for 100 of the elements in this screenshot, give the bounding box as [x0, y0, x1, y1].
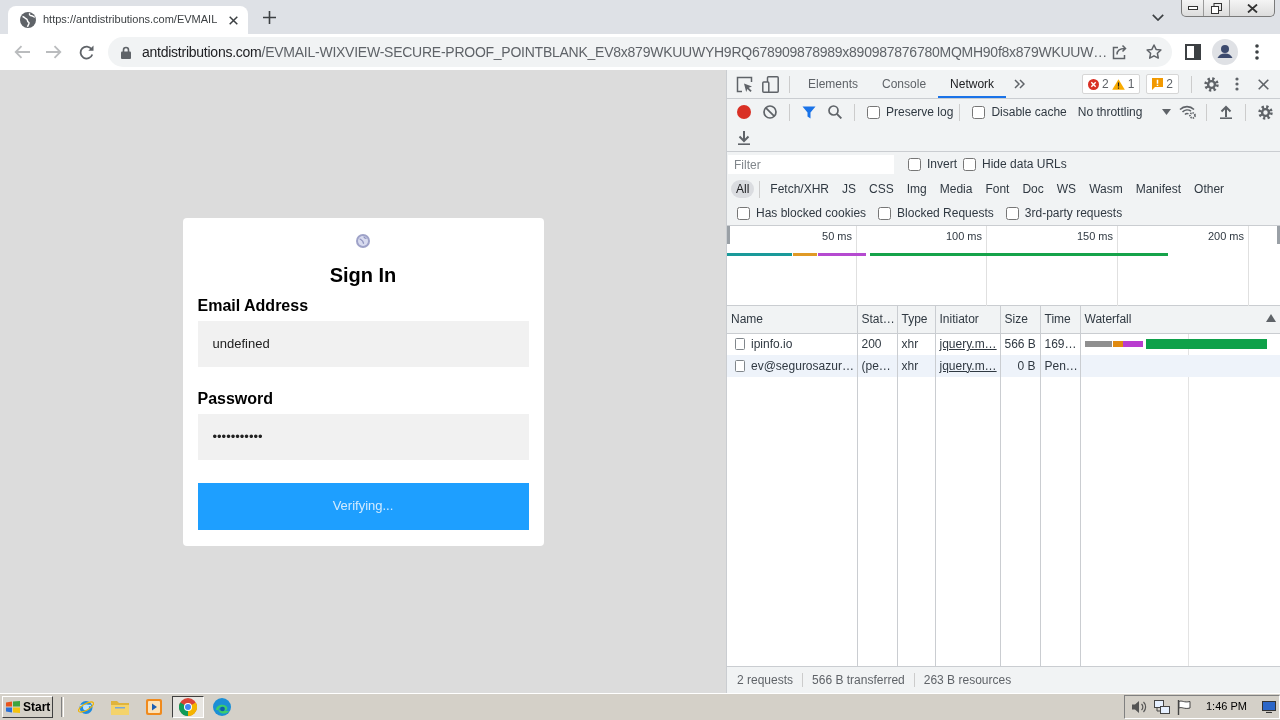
devtools-tab[interactable]: Elements [796, 70, 871, 98]
side-panel-icon[interactable] [1185, 44, 1201, 60]
type-filter[interactable]: JS [837, 180, 862, 198]
clear-icon[interactable] [763, 105, 777, 119]
address-bar[interactable]: antdistributions.com/EVMAIL-WIXVIEW-SECURE-PROOF_POINTBLANK_EV8x879WKUUWYH9RQ678909878989x890987876780MQMH90f8x879WKUUW… [108, 37, 1172, 67]
devtools-tab[interactable]: Console [870, 70, 939, 98]
chevron-down-icon[interactable] [1152, 13, 1164, 21]
windows-flag-icon [6, 701, 20, 713]
double-chevron-icon[interactable] [1013, 79, 1025, 89]
status-text: 566 B transferred [812, 672, 905, 688]
checkbox[interactable] [1005, 206, 1019, 220]
sort-ascending-icon[interactable] [1266, 314, 1276, 323]
record-icon[interactable] [737, 105, 751, 119]
time-tick-label: 200 ms [1207, 230, 1244, 242]
filter-input[interactable]: Filter [728, 155, 894, 174]
checkbox-label: Preserve log [886, 104, 954, 120]
checkbox[interactable] [908, 158, 921, 171]
error-icon [1087, 78, 1099, 90]
upload-icon[interactable] [1220, 105, 1233, 119]
issues-button[interactable]: 2 [1146, 74, 1179, 94]
device-toolbar-icon[interactable] [761, 75, 779, 93]
globe-icon [356, 233, 370, 248]
inspect-cursor-icon[interactable] [735, 75, 753, 93]
type-filter[interactable]: Wasm [1084, 180, 1128, 198]
restore-icon [1211, 2, 1222, 14]
browser-tab[interactable]: https://antdistributions.com/EVMAIL [8, 6, 248, 34]
request-name[interactable]: ipinfo.io [751, 337, 793, 352]
network-conditions-icon[interactable] [1178, 105, 1196, 119]
lock-icon [121, 45, 131, 59]
network-icon[interactable] [1154, 699, 1170, 715]
speaker-icon[interactable] [1131, 700, 1147, 714]
search-icon[interactable] [828, 105, 842, 119]
input-field[interactable]: ••••••••••• [197, 413, 529, 460]
profile-avatar-icon[interactable] [1212, 39, 1238, 65]
start-button[interactable]: Start [2, 696, 53, 718]
swirl-disc-icon [213, 698, 231, 716]
column-header[interactable]: Waterfall [1080, 306, 1280, 333]
share-icon[interactable] [1112, 44, 1128, 60]
type-filter[interactable]: Img [901, 180, 932, 198]
type-filter[interactable]: All [731, 180, 755, 198]
input-field[interactable]: undefined [197, 320, 529, 367]
checkbox-label: Has blocked cookies [756, 205, 867, 221]
checkbox[interactable] [737, 206, 750, 220]
sign-in-title: Sign In [328, 262, 398, 287]
time-tick-label: 100 ms [945, 230, 982, 242]
checkbox-label: Disable cache [991, 104, 1067, 120]
type-filter[interactable]: Doc [1017, 180, 1049, 198]
close-icon[interactable] [1257, 78, 1269, 90]
warning-icon [1111, 78, 1125, 90]
status-text: 263 B resources [923, 672, 1012, 688]
close-icon[interactable] [229, 15, 238, 25]
dropdown-caret-icon [1162, 109, 1172, 115]
folder-icon [111, 699, 129, 715]
checkbox-label: Hide data URLs [982, 157, 1067, 172]
type-filter[interactable]: WS [1051, 180, 1082, 198]
type-filter[interactable]: CSS [864, 180, 899, 198]
checkbox[interactable] [972, 105, 986, 119]
more-menu-icon[interactable] [1255, 44, 1259, 60]
range-handle[interactable] [1277, 226, 1280, 244]
table-cell: (pe… [857, 355, 897, 377]
star-icon[interactable] [1146, 44, 1162, 60]
initiator-link[interactable]: jquery.m… [939, 337, 997, 352]
range-handle[interactable] [727, 226, 730, 244]
throttling-dropdown[interactable]: No throttling [1074, 104, 1175, 120]
flag-icon[interactable] [1177, 699, 1191, 715]
checkbox-label: Invert [927, 157, 957, 172]
type-filter[interactable]: Fetch/XHR [765, 180, 835, 198]
more-options-icon[interactable] [1235, 77, 1239, 91]
column-header[interactable]: Initiator [935, 306, 1000, 333]
download-icon[interactable] [738, 131, 750, 145]
column-header[interactable]: Stat… [857, 306, 897, 333]
type-filter[interactable]: Media [934, 180, 978, 198]
column-header[interactable]: Name [727, 306, 857, 333]
settings-icon[interactable] [1203, 76, 1219, 92]
column-header[interactable]: Time [1040, 306, 1080, 333]
reload-icon[interactable] [78, 44, 94, 60]
table-cell: 0 B [1000, 355, 1040, 377]
table-cell: Pen… [1040, 355, 1080, 377]
type-filter[interactable]: Other [1189, 180, 1230, 198]
settings-icon[interactable] [1257, 104, 1273, 120]
time-tick-label: 150 ms [1076, 230, 1113, 242]
column-header[interactable]: Type [897, 306, 935, 333]
type-filter[interactable]: Font [980, 180, 1015, 198]
document-icon [735, 338, 745, 351]
column-header[interactable]: Size [1000, 306, 1040, 333]
time-tick-label: 50 ms [822, 230, 852, 242]
close-icon [1246, 3, 1258, 13]
checkbox[interactable] [963, 158, 976, 171]
console-counts-button[interactable]: 2 1 [1081, 74, 1141, 94]
clock-text: 1:46 PM [1206, 700, 1247, 714]
devtools-tab[interactable]: Network [938, 70, 1007, 98]
taskbar-button[interactable] [172, 696, 204, 718]
checkbox[interactable] [867, 105, 880, 119]
filter-funnel-icon[interactable] [802, 105, 816, 119]
monitor-icon[interactable] [1261, 701, 1276, 713]
type-filter[interactable]: Manifest [1130, 180, 1187, 198]
checkbox-label: 3rd-party requests [1024, 205, 1123, 221]
checkbox[interactable] [878, 206, 892, 220]
issue-flag-icon [1152, 78, 1164, 90]
new-tab-icon[interactable] [263, 10, 276, 24]
